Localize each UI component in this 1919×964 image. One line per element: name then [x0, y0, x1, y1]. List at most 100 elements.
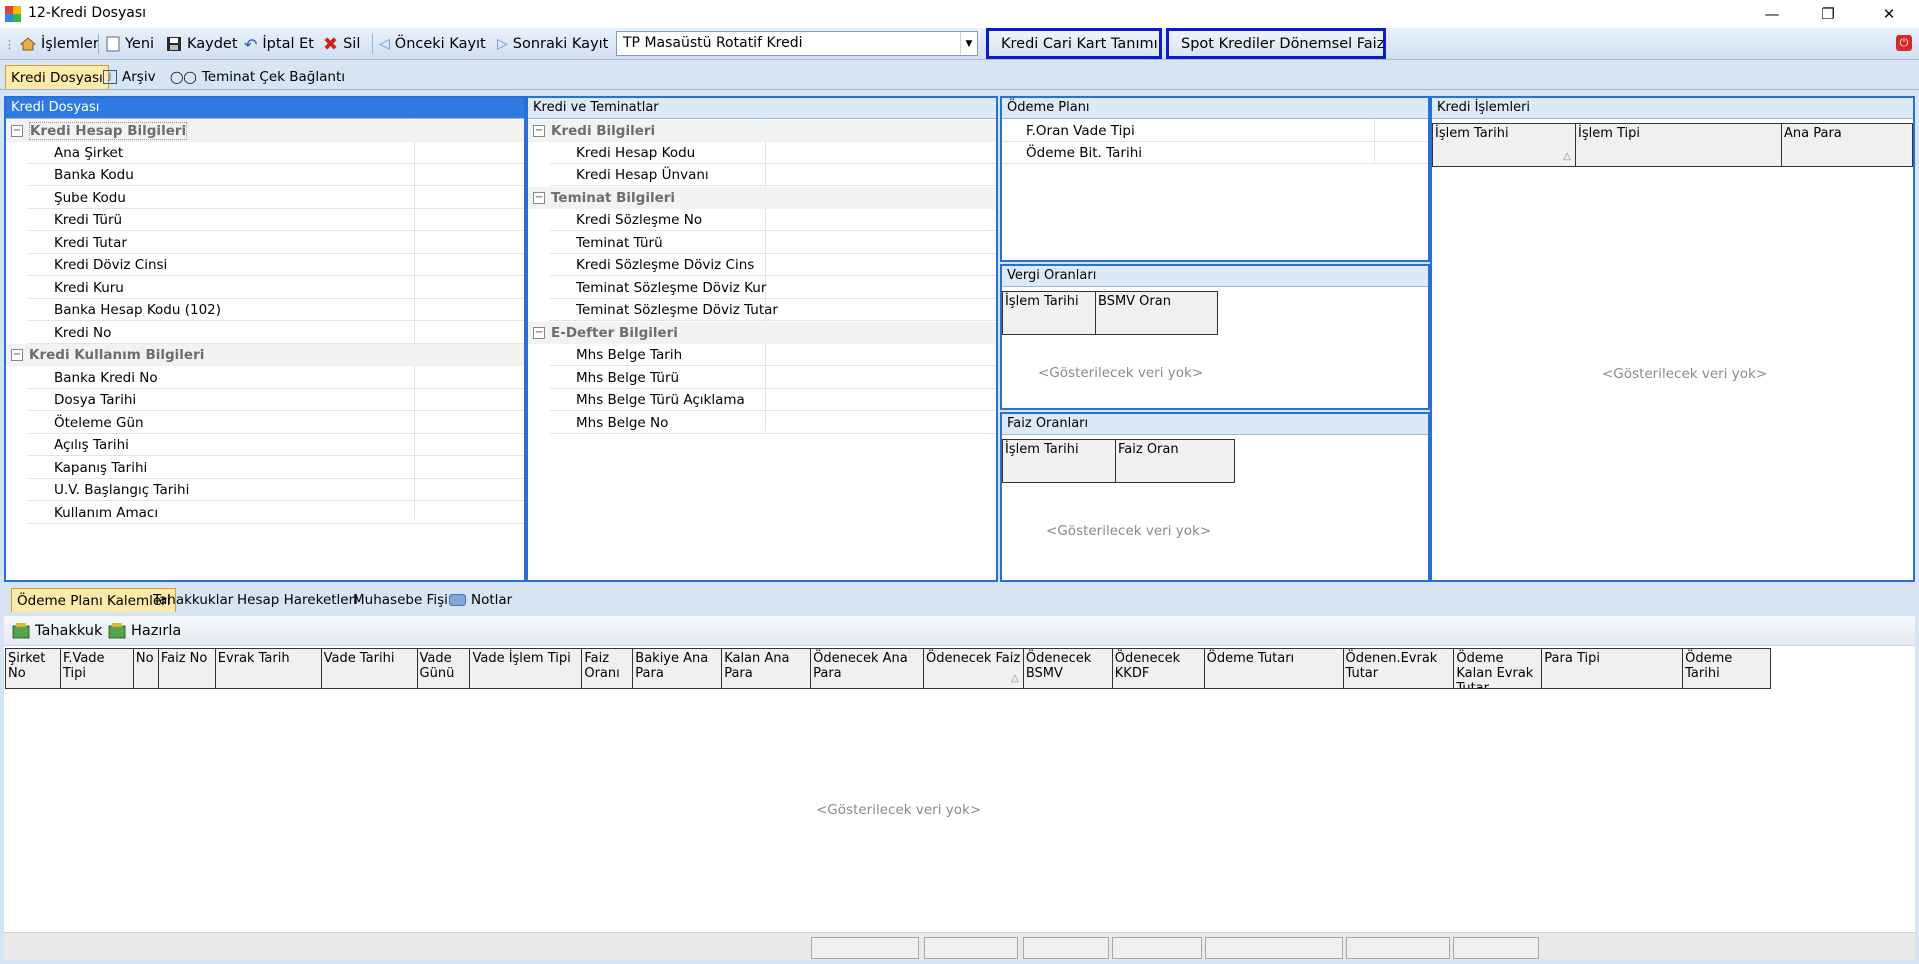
- column-header[interactable]: Ödenecek Faiz △: [924, 649, 1024, 688]
- next-record-button[interactable]: ▷ Sonraki Kayıt: [497, 28, 608, 60]
- panel-title: Ödeme Planı: [1002, 98, 1428, 119]
- chevron-down-icon[interactable]: ▼: [960, 32, 977, 55]
- column-header[interactable]: Bakiye Ana Para: [633, 649, 723, 688]
- minimize-button[interactable]: —: [1749, 0, 1795, 28]
- property-row[interactable]: Mhs Belge No: [550, 412, 996, 434]
- column-header[interactable]: İşlem Tarihi: [1003, 292, 1096, 334]
- tab-muhasebe-fisi[interactable]: Muhasebe Fişi: [348, 588, 453, 612]
- binoculars-icon: ◯◯: [170, 70, 197, 84]
- property-row[interactable]: Kredi Döviz Cinsi: [28, 254, 524, 276]
- property-row[interactable]: Kredi Türü: [28, 209, 524, 231]
- column-header[interactable]: Kalan Ana Para: [722, 649, 812, 688]
- column-header[interactable]: Evrak Tarih: [216, 649, 322, 688]
- panel-title: Kredi İşlemleri: [1432, 98, 1913, 119]
- column-header[interactable]: Ödenen.Evrak Tutar: [1344, 649, 1455, 688]
- property-row[interactable]: Kredi No: [28, 322, 524, 344]
- tab-tahakkuklar[interactable]: Tahakkuklar: [148, 588, 238, 612]
- kredi-cari-kart-button[interactable]: Kredi Cari Kart Tanımı: [986, 28, 1162, 59]
- restore-button[interactable]: ❐: [1805, 0, 1851, 28]
- column-header[interactable]: Vade Tarihi: [322, 649, 418, 688]
- column-header[interactable]: Vade İşlem Tipi: [470, 649, 583, 688]
- column-header[interactable]: Faiz Oranı: [582, 649, 634, 688]
- property-row[interactable]: Şube Kodu: [28, 187, 524, 209]
- column-header[interactable]: Ana Para: [1782, 124, 1912, 166]
- column-header[interactable]: Şirket No: [6, 649, 61, 688]
- column-header[interactable]: No: [134, 649, 159, 688]
- column-header[interactable]: Ödeme Tutarı: [1205, 649, 1344, 688]
- property-row[interactable]: U.V. Başlangıç Tarihi: [28, 479, 524, 501]
- property-row[interactable]: Dosya Tarihi: [28, 389, 524, 411]
- previous-record-button[interactable]: ◁ Önceki Kayıt: [379, 28, 486, 60]
- cancel-button[interactable]: ↶ İptal Et: [244, 28, 314, 60]
- property-row[interactable]: Mhs Belge Türü Açıklama: [550, 389, 996, 411]
- property-row[interactable]: Kapanış Tarihi: [28, 457, 524, 479]
- restore-icon: ❐: [1821, 5, 1835, 23]
- tab-kredi-dosyasi[interactable]: Kredi Dosyası: [5, 65, 109, 89]
- column-header[interactable]: Ödenecek BSMV: [1024, 649, 1113, 688]
- column-header[interactable]: F.Vade Tipi: [61, 649, 134, 688]
- collapse-icon[interactable]: −: [533, 192, 545, 204]
- property-row[interactable]: Banka Hesap Kodu (102): [28, 299, 524, 321]
- save-icon: [167, 37, 181, 51]
- column-header[interactable]: Faiz No: [159, 649, 216, 688]
- summary-cell: [1205, 937, 1343, 959]
- property-row[interactable]: Kredi Tutar: [28, 232, 524, 254]
- property-row[interactable]: Banka Kodu: [28, 164, 524, 186]
- tab-teminat-cek[interactable]: ◯◯ Teminat Çek Bağlantı: [165, 65, 350, 89]
- new-button[interactable]: Yeni: [106, 28, 154, 60]
- tab-hesap-hareketleri[interactable]: Hesap Hareketleri: [232, 588, 363, 612]
- property-row[interactable]: Teminat Sözleşme Döviz Tutar: [550, 299, 996, 321]
- column-header[interactable]: Ödeme Kalan Evrak Tutar: [1454, 649, 1543, 688]
- power-button[interactable]: ⏻: [1896, 35, 1912, 51]
- property-row[interactable]: Kredi Hesap Ünvanı: [550, 164, 996, 186]
- property-row[interactable]: Mhs Belge Türü: [550, 367, 996, 389]
- delete-button[interactable]: ✖ Sil: [323, 28, 360, 60]
- tab-notlar[interactable]: Notlar: [444, 588, 517, 612]
- collapse-icon[interactable]: −: [11, 125, 23, 137]
- property-row[interactable]: Ödeme Bit. Tarihi: [1002, 142, 1428, 164]
- property-row[interactable]: Öteleme Gün: [28, 412, 524, 434]
- property-row[interactable]: F.Oran Vade Tipi: [1002, 120, 1428, 142]
- column-header[interactable]: Faiz Oran: [1116, 440, 1234, 482]
- islemler-menu[interactable]: ⋮ İşlemler: [4, 28, 99, 60]
- tab-arsiv[interactable]: J Arşiv: [98, 65, 161, 89]
- collapse-icon[interactable]: −: [11, 349, 23, 361]
- spot-krediler-button[interactable]: Spot Krediler Dönemsel Faiz: [1166, 28, 1386, 59]
- group-kredi-hesap[interactable]: − Kredi Hesap Bilgileri: [6, 120, 524, 142]
- group-kredi-bilgileri[interactable]: − Kredi Bilgileri: [528, 120, 996, 142]
- close-button[interactable]: ✕: [1866, 0, 1912, 28]
- column-header[interactable]: Ödenecek KKDF: [1113, 649, 1205, 688]
- credit-type-select[interactable]: TP Masaüstü Rotatif Kredi ▼: [616, 31, 978, 56]
- column-header[interactable]: Ödenecek Ana Para: [811, 649, 924, 688]
- property-row[interactable]: Kredi Sözleşme No: [550, 209, 996, 231]
- hazirla-button[interactable]: Hazırla: [108, 616, 181, 646]
- column-header[interactable]: Vade Günü: [418, 649, 471, 688]
- kredi-teminat-panel: Kredi ve Teminatlar − Kredi Bilgileri Kre…: [526, 96, 998, 582]
- arrow-left-icon: ◁: [379, 36, 390, 52]
- property-row[interactable]: Ana Şirket: [28, 142, 524, 164]
- home-icon: [20, 37, 36, 51]
- group-teminat-bilgileri[interactable]: − Teminat Bilgileri: [528, 187, 996, 209]
- property-row[interactable]: Kredi Kuru: [28, 277, 524, 299]
- property-row[interactable]: Kredi Sözleşme Döviz Cins: [550, 254, 996, 276]
- group-edefter-bilgileri[interactable]: − E-Defter Bilgileri: [528, 322, 996, 344]
- column-header[interactable]: Para Tipi: [1542, 649, 1684, 688]
- collapse-icon[interactable]: −: [533, 125, 545, 137]
- column-header[interactable]: Ödeme Tarihi: [1683, 649, 1770, 688]
- panel-title: Faiz Oranları: [1002, 414, 1428, 435]
- column-header[interactable]: BSMV Oran: [1096, 292, 1217, 334]
- property-row[interactable]: Banka Kredi No: [28, 367, 524, 389]
- collapse-icon[interactable]: −: [533, 327, 545, 339]
- property-row[interactable]: Kullanım Amacı: [28, 502, 524, 524]
- save-button[interactable]: Kaydet: [166, 28, 238, 60]
- column-header[interactable]: İşlem Tarihi: [1003, 440, 1116, 482]
- property-row[interactable]: Teminat Sözleşme Döviz Kur: [550, 277, 996, 299]
- column-header[interactable]: İşlem Tarihi △: [1433, 124, 1576, 166]
- column-header[interactable]: İşlem Tipi: [1576, 124, 1782, 166]
- group-kredi-kullanim[interactable]: − Kredi Kullanım Bilgileri: [6, 344, 524, 366]
- property-row[interactable]: Mhs Belge Tarih: [550, 344, 996, 366]
- property-row[interactable]: Kredi Hesap Kodu: [550, 142, 996, 164]
- property-row[interactable]: Açılış Tarihi: [28, 434, 524, 456]
- property-row[interactable]: Teminat Türü: [550, 232, 996, 254]
- tahakkuk-button[interactable]: Tahakkuk: [12, 616, 102, 646]
